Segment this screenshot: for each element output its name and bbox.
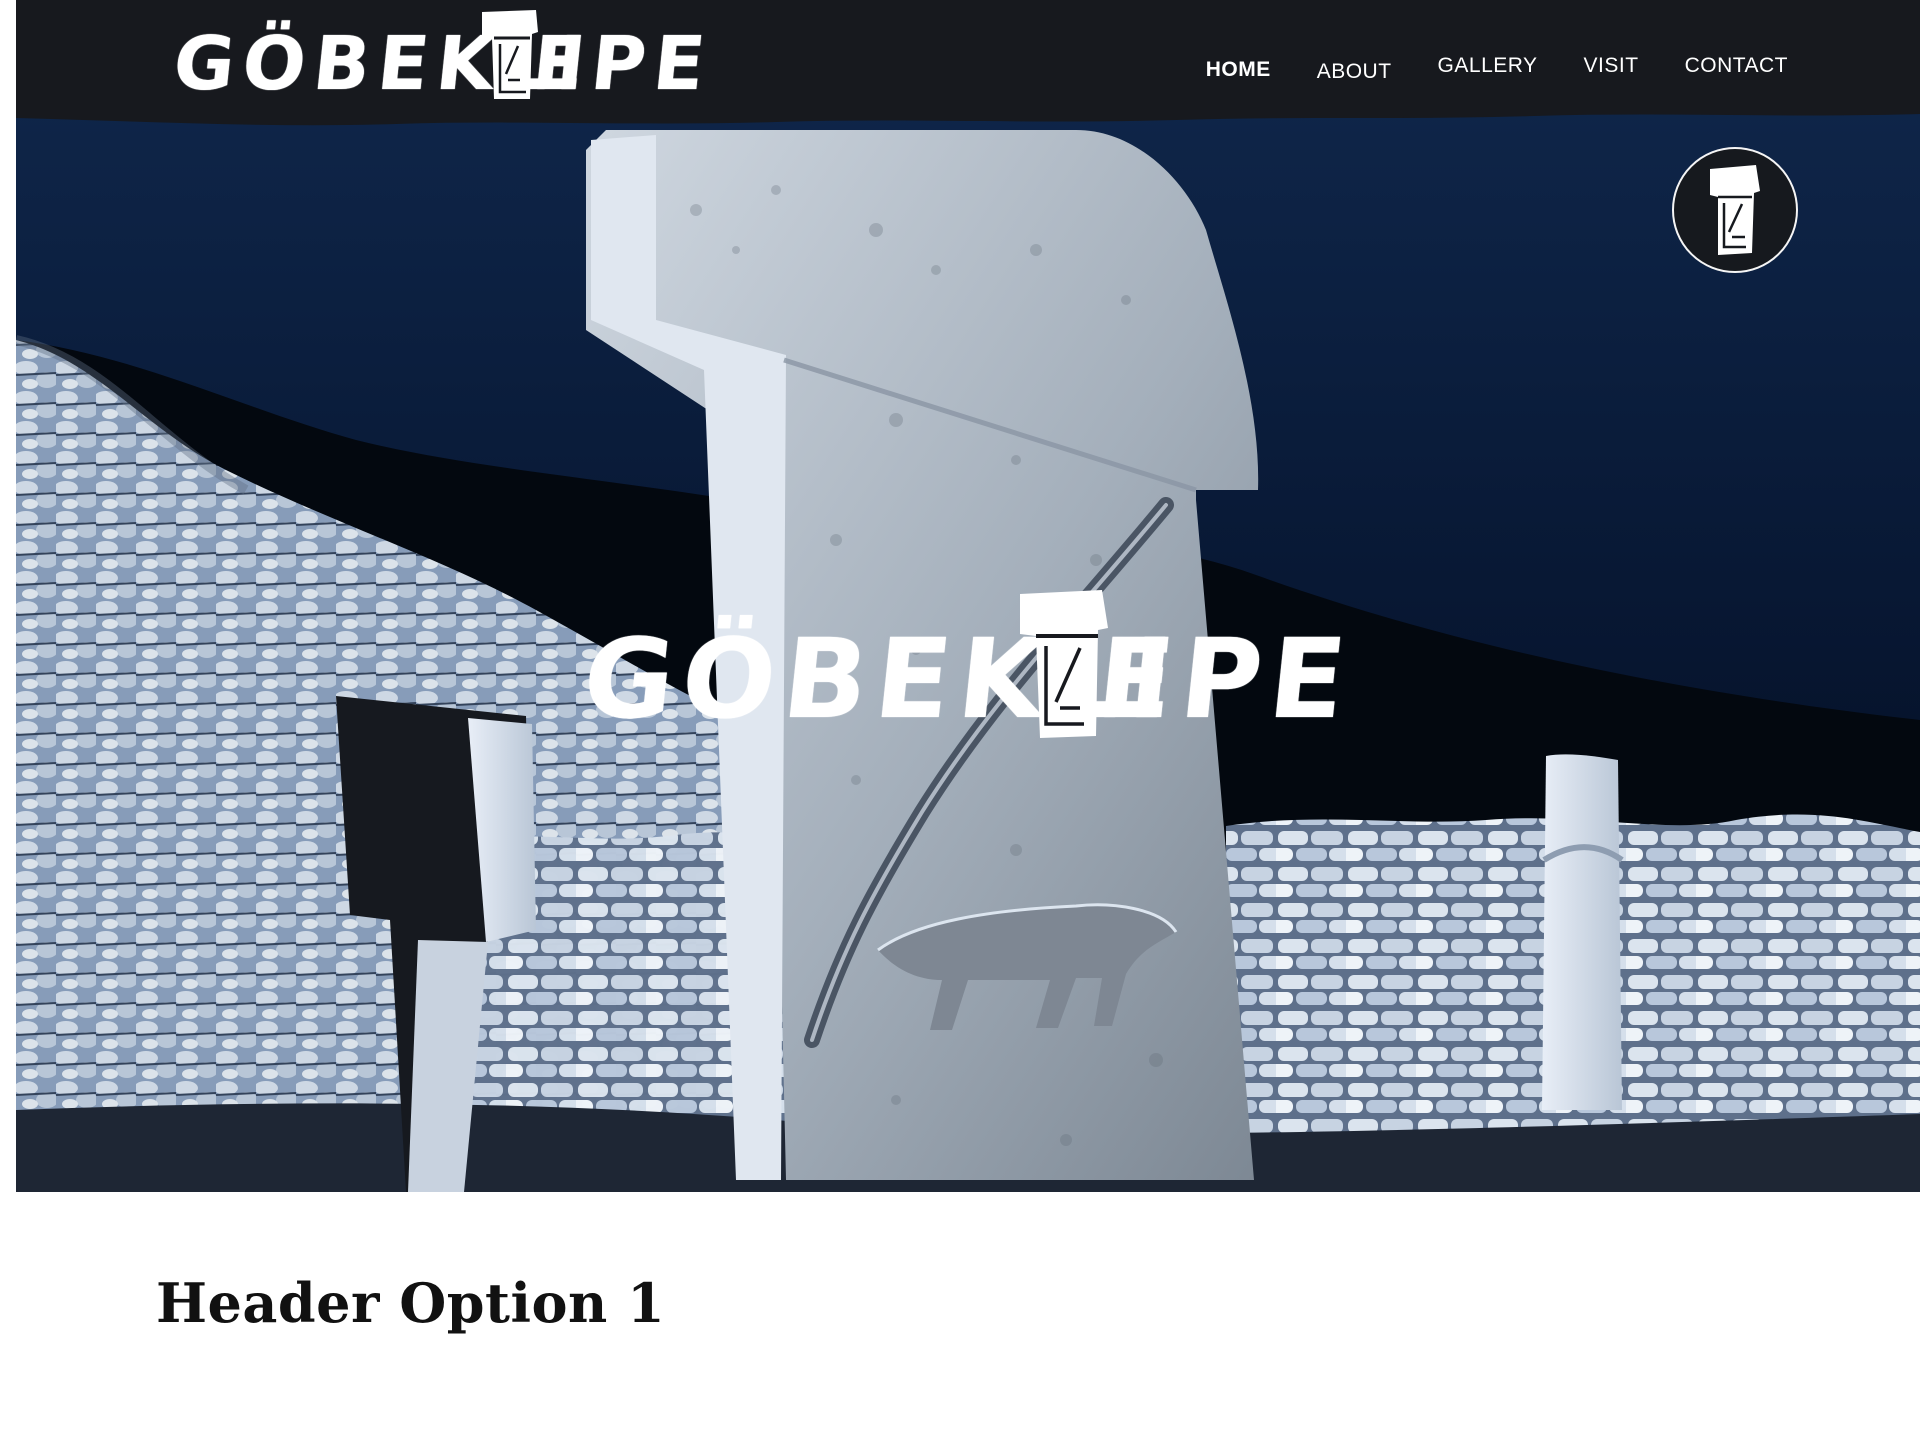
nav-contact-link[interactable]: CONTACT [1685,54,1788,78]
page-heading: Header Option 1 [156,1271,666,1335]
round-pillar-badge-icon [1710,165,1760,255]
nav-visit-link[interactable]: VISIT [1584,54,1639,78]
main-navigation: HOME ABOUT GALLERY VISIT CONTACT [1206,54,1788,83]
nav-gallery-link[interactable]: GALLERY [1438,54,1538,78]
site-logo[interactable]: GÖBEKLI EPE [158,4,717,107]
nav-home-link[interactable]: HOME [1206,58,1271,82]
nav-about-link[interactable]: ABOUT [1317,60,1392,84]
hero-logo-text-right: EPE [1091,615,1360,743]
round-pillar-badge-button[interactable] [1672,147,1798,273]
site-logo-text-right: EPE [528,21,717,107]
hero-logo: GÖBEKLI EPE [577,580,1404,750]
hero-image: GÖBEKLI EPE HOME ABOUT GALLERY VISIT CON… [16,0,1920,1192]
